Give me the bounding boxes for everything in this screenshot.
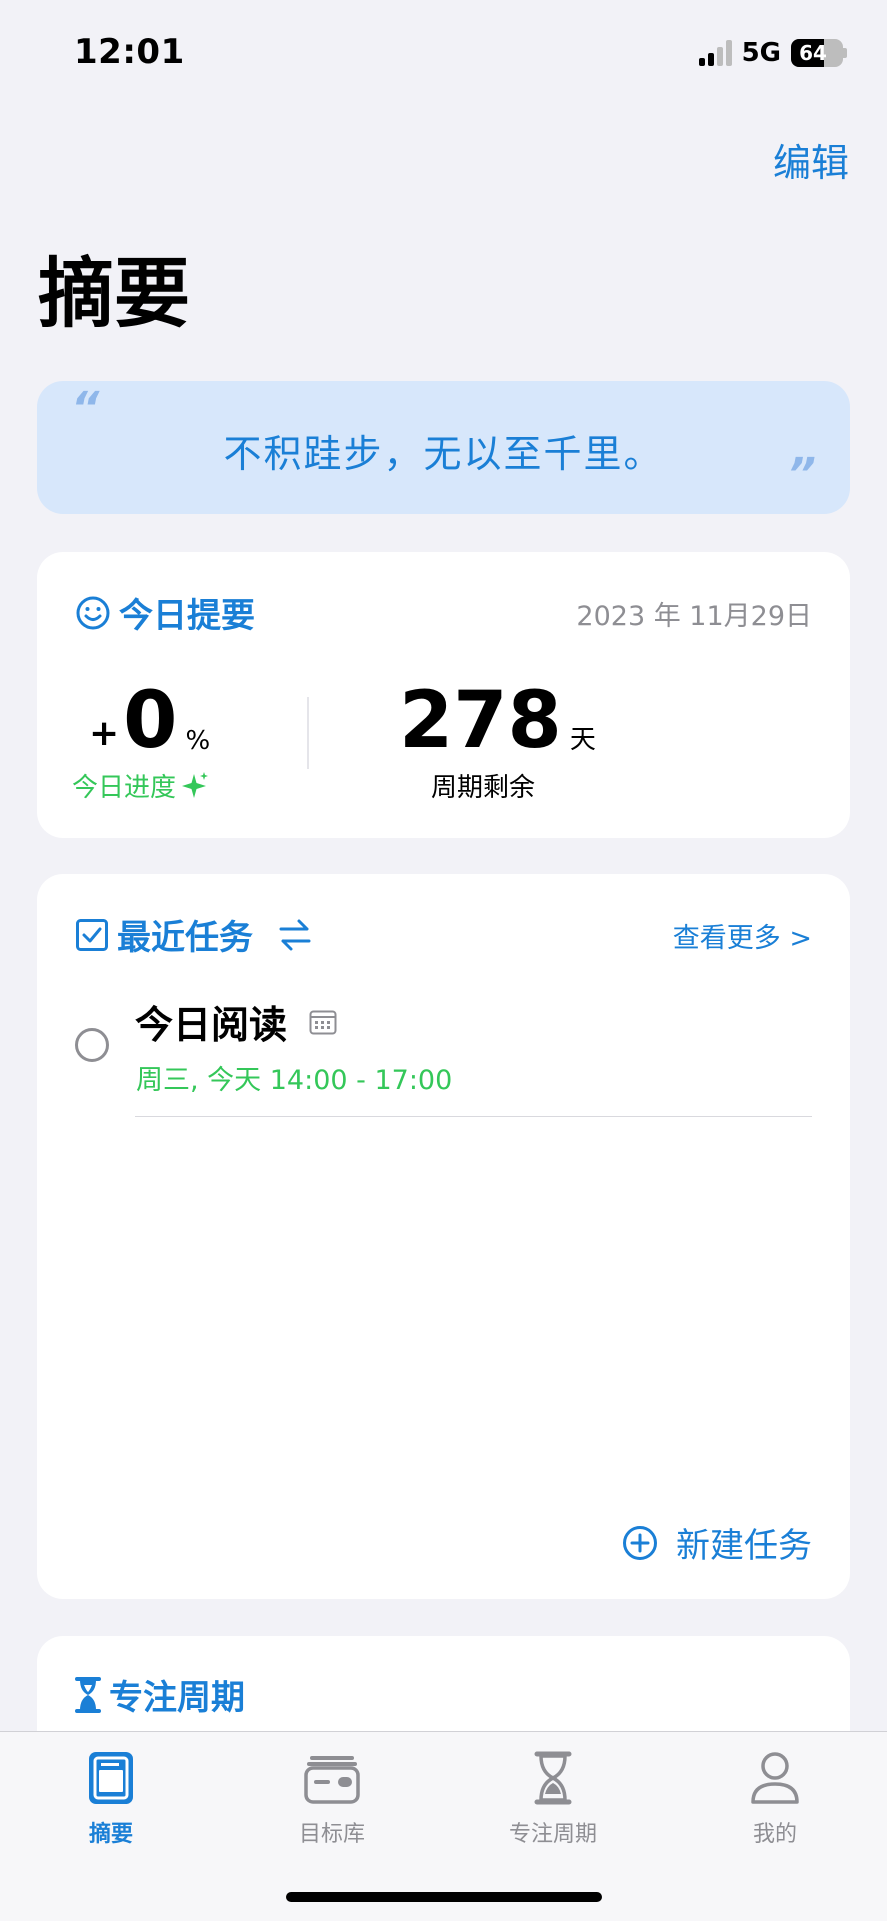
swap-icon[interactable] <box>275 917 315 953</box>
tab-goal-library-label: 目标库 <box>298 1822 365 1847</box>
quote-card: “ 不积跬步，无以至千里。 ” <box>37 381 850 514</box>
battery-level: 64 <box>799 41 827 65</box>
remaining-value-group: 278 天 <box>399 682 596 760</box>
today-summary-title: 今日提要 <box>119 596 255 636</box>
focus-cycle-title: 专注周期 <box>109 1678 245 1718</box>
task-complete-toggle[interactable] <box>75 1028 109 1062</box>
task-row[interactable]: 今日阅读 周三, 今天 14:00 - 17:00 <box>37 994 850 1118</box>
page-title: 摘要 <box>38 249 190 338</box>
new-task-label: 新建任务 <box>676 1526 812 1566</box>
person-icon <box>751 1752 799 1804</box>
network-label: 5G <box>741 38 781 68</box>
tab-goal-library[interactable]: 目标库 <box>262 1750 402 1848</box>
sparkle-icon <box>182 771 209 798</box>
progress-label-group: 今日进度 <box>72 767 210 804</box>
stat-divider <box>307 697 309 769</box>
battery-icon: 64 <box>791 39 843 67</box>
progress-sign: + <box>89 713 120 754</box>
tab-summary-label: 摘要 <box>88 1822 133 1847</box>
hourglass-icon <box>534 1751 572 1805</box>
recent-tasks-header: 最近任务 <box>75 910 315 959</box>
task-divider <box>135 1116 812 1117</box>
home-indicator[interactable] <box>286 1892 602 1902</box>
tab-focus-cycle[interactable]: 专注周期 <box>483 1750 623 1848</box>
remaining-value: 278 <box>399 676 562 766</box>
wallet-icon <box>304 1756 360 1804</box>
tab-focus-cycle-label: 专注周期 <box>508 1822 597 1847</box>
calendar-icon <box>309 1010 337 1034</box>
today-summary-card[interactable]: 今日提要 2023 年 11月29日 + 0 % 今日进度 278 天 周期剩余 <box>37 552 850 838</box>
tab-summary[interactable]: 摘要 <box>41 1750 181 1848</box>
status-indicators: 5G 64 <box>698 38 847 68</box>
progress-value-group: + 0 % <box>89 682 210 760</box>
edit-button[interactable]: 编辑 <box>773 132 849 187</box>
status-time: 12:01 <box>74 32 185 72</box>
task-time: 周三, 今天 14:00 - 17:00 <box>136 1065 453 1096</box>
quote-text: 不积跬步，无以至千里。 <box>223 432 664 476</box>
summary-icon <box>89 1752 133 1804</box>
hourglass-icon <box>75 1676 101 1713</box>
tab-profile-label: 我的 <box>752 1822 797 1847</box>
today-summary-header: 今日提要 <box>75 588 255 637</box>
tab-profile[interactable]: 我的 <box>705 1750 845 1848</box>
plus-circle-icon <box>623 1525 657 1560</box>
quote-close-mark: ” <box>787 449 816 500</box>
progress-value: 0 <box>123 676 178 766</box>
new-task-button[interactable]: 新建任务 <box>622 1518 812 1567</box>
smile-icon <box>76 596 110 629</box>
remaining-label: 周期剩余 <box>431 773 536 803</box>
progress-unit: % <box>185 726 211 756</box>
checkbox-icon <box>76 918 108 951</box>
see-more-link[interactable]: 查看更多 > <box>673 916 812 955</box>
recent-tasks-card: 最近任务 查看更多 > 今日阅读 周三, 今天 14:00 - 17:00 新建… <box>37 874 850 1599</box>
focus-cycle-header: 专注周期 <box>75 1670 245 1719</box>
signal-icon <box>698 40 732 66</box>
progress-label: 今日进度 <box>72 773 177 803</box>
recent-tasks-title: 最近任务 <box>117 918 253 958</box>
task-name: 今日阅读 <box>135 1003 288 1047</box>
remaining-unit: 天 <box>569 725 596 755</box>
today-date: 2023 年 11月29日 <box>576 601 812 632</box>
